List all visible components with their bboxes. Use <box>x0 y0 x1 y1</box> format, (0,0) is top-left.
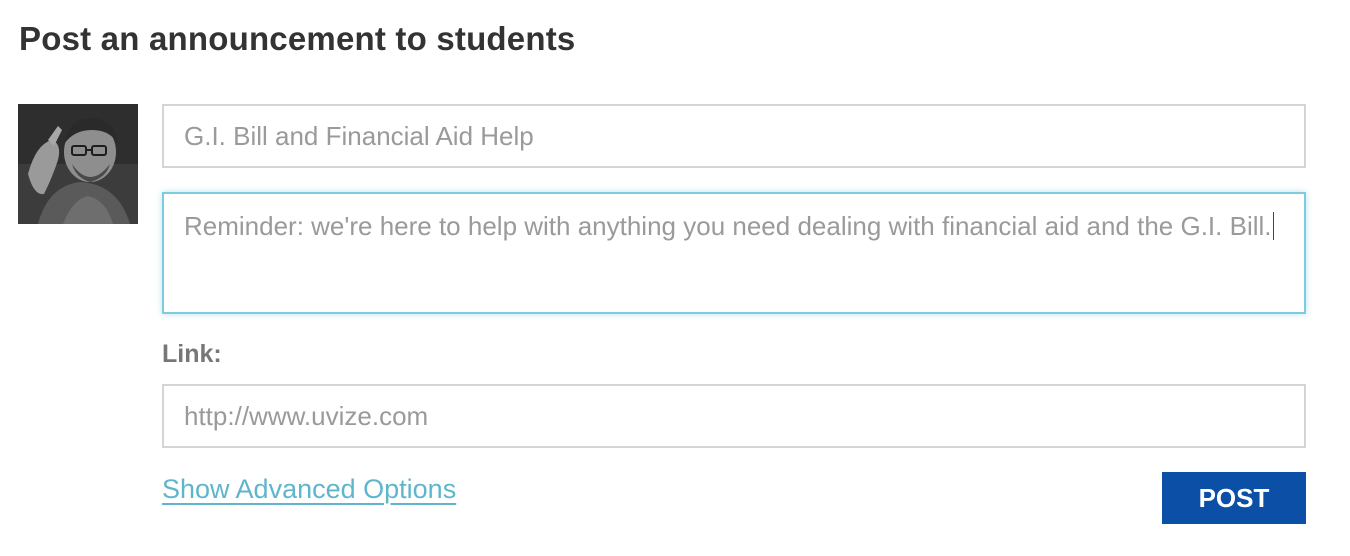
show-advanced-options-link[interactable]: Show Advanced Options <box>162 474 456 505</box>
subject-value: G.I. Bill and Financial Aid Help <box>184 121 534 151</box>
message-textarea[interactable]: Reminder: we're here to help with anythi… <box>162 192 1306 314</box>
message-value: Reminder: we're here to help with anythi… <box>184 211 1272 241</box>
announcement-panel: Post an announcement to students G.I. Bi… <box>0 0 1350 556</box>
post-button[interactable]: POST <box>1162 472 1306 524</box>
avatar <box>18 104 138 224</box>
subject-field[interactable]: G.I. Bill and Financial Aid Help <box>162 104 1306 168</box>
text-caret <box>1272 212 1274 240</box>
link-value: http://www.uvize.com <box>184 401 429 431</box>
user-photo-icon <box>18 104 138 224</box>
link-label: Link: <box>162 340 222 368</box>
link-field[interactable]: http://www.uvize.com <box>162 384 1306 448</box>
page-title: Post an announcement to students <box>19 20 576 57</box>
